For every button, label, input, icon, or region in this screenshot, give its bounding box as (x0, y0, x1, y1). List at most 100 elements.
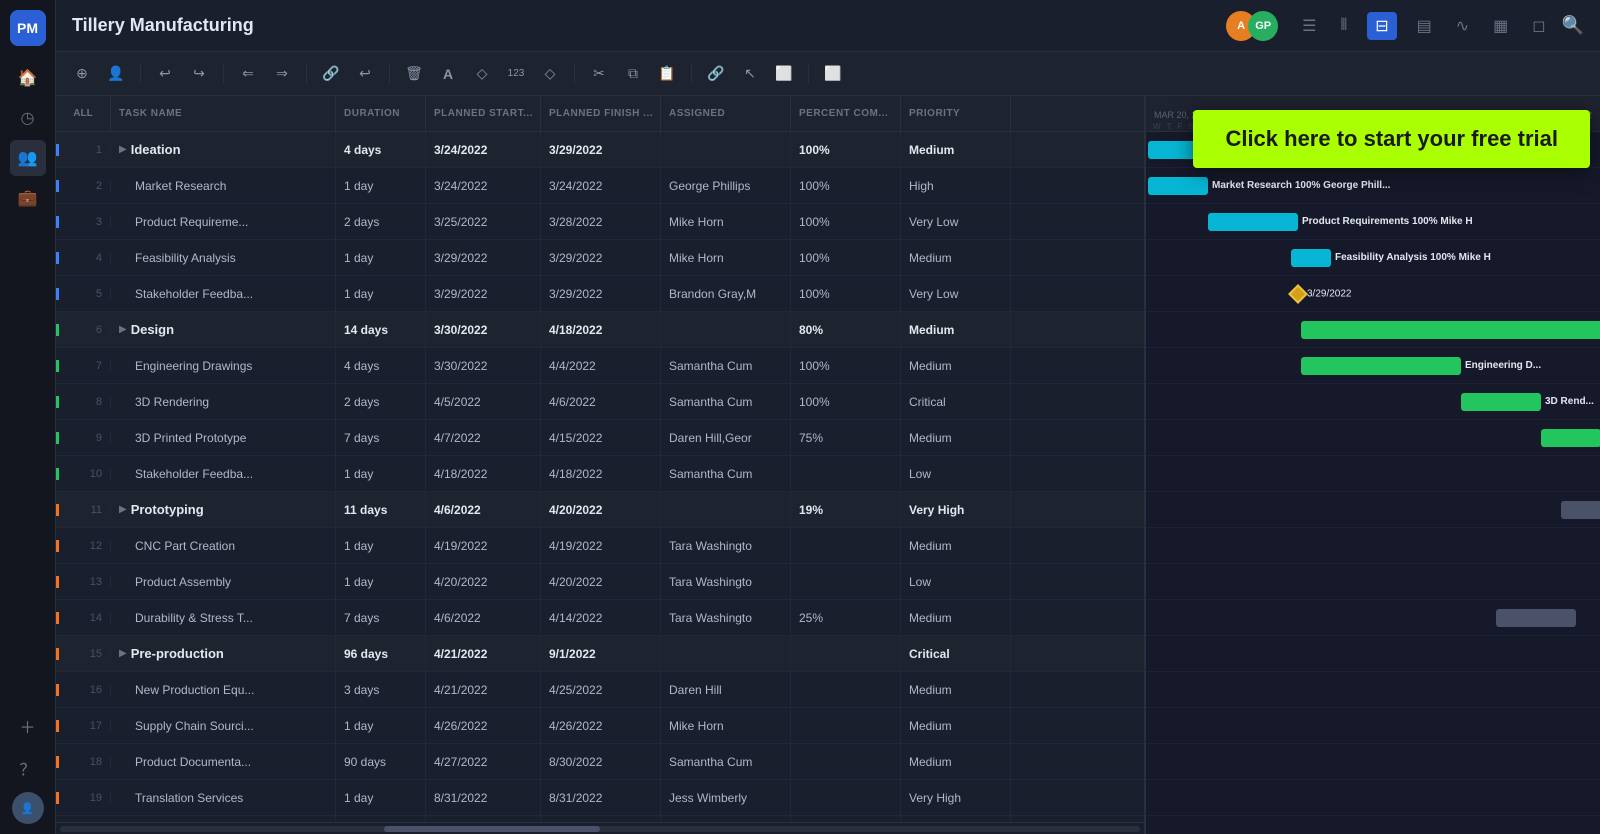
col-header-percent[interactable]: PERCENT COM... (791, 96, 901, 131)
sidebar-item-home[interactable]: 🏠 (10, 60, 46, 96)
task-name-cell[interactable]: Stakeholder Feedba... (111, 276, 336, 311)
table-row[interactable]: 93D Printed Prototype7 days4/7/20224/15/… (56, 420, 1144, 456)
gantt-compact-icon[interactable]: ⫴ (1337, 13, 1352, 39)
outdent-button[interactable]: ⇐ (234, 60, 262, 88)
box-button[interactable]: ⬜ (770, 60, 798, 88)
sidebar-item-projects[interactable]: 💼 (10, 180, 46, 216)
col-header-start[interactable]: PLANNED START... (426, 96, 541, 131)
task-name-cell[interactable]: Translation Services (111, 780, 336, 815)
task-name-cell[interactable]: 3D Rendering (111, 384, 336, 419)
sidebar-item-people[interactable]: 👥 (10, 140, 46, 176)
task-name-cell[interactable]: New Production Equ... (111, 672, 336, 707)
task-name-cell[interactable]: Feasibility Analysis (111, 240, 336, 275)
sidebar-add-workspace[interactable]: ＋ (10, 708, 46, 744)
group-toggle-icon[interactable]: ▶ (119, 504, 127, 515)
table-row[interactable]: 7Engineering Drawings4 days3/30/20224/4/… (56, 348, 1144, 384)
document-view-icon[interactable]: ◻ (1528, 12, 1549, 40)
group-toggle-icon[interactable]: ▶ (119, 324, 127, 335)
undo-button[interactable]: ↩ (151, 60, 179, 88)
numbering-button[interactable]: 123 (502, 60, 530, 88)
col-header-priority[interactable]: PRIORITY (901, 96, 1011, 131)
table-row[interactable]: 1▶Ideation4 days3/24/20223/29/2022100%Me… (56, 132, 1144, 168)
sidebar-item-recent[interactable]: ◷ (10, 100, 46, 136)
fill-button[interactable]: ◇ (468, 60, 496, 88)
paste-button[interactable]: 📋 (653, 60, 681, 88)
task-name-cell[interactable]: Product Requireme... (111, 204, 336, 239)
add-task-button[interactable]: ⊕ (68, 60, 96, 88)
delete-button[interactable]: 🗑 (400, 60, 428, 88)
redo-button[interactable]: ↪ (185, 60, 213, 88)
table-row[interactable]: 6▶Design14 days3/30/20224/18/202280%Medi… (56, 312, 1144, 348)
table-row[interactable]: 83D Rendering2 days4/5/20224/6/2022Saman… (56, 384, 1144, 420)
free-trial-banner[interactable]: Click here to start your free trial (1193, 110, 1590, 168)
task-name-cell[interactable]: ▶Ideation (111, 132, 336, 167)
table-row[interactable]: 13Product Assembly1 day4/20/20224/20/202… (56, 564, 1144, 600)
col-header-all[interactable]: ALL (56, 96, 111, 131)
app-logo[interactable]: PM (10, 10, 46, 46)
task-name-cell[interactable]: Stakeholder Feedba... (111, 456, 336, 491)
gantt-bar[interactable]: 3D Rend... (1461, 393, 1541, 411)
chart-view-icon[interactable]: ∿ (1452, 12, 1473, 40)
group-toggle-icon[interactable]: ▶ (119, 144, 127, 155)
col-header-duration[interactable]: DURATION (336, 96, 426, 131)
col-header-task[interactable]: TASK NAME (111, 96, 336, 131)
gantt-bar[interactable]: Feasibility Analysis 100% Mike H (1291, 249, 1331, 267)
table-view-icon[interactable]: ▤ (1413, 12, 1436, 40)
sidebar-profile[interactable]: 👤 (12, 792, 44, 824)
sidebar-help[interactable]: ？ (10, 750, 46, 786)
unlink-button[interactable]: ↩ (351, 60, 379, 88)
table-row[interactable]: 15▶Pre-production96 days4/21/20229/1/202… (56, 636, 1144, 672)
scrollbar-thumb[interactable] (384, 826, 600, 832)
calendar-view-icon[interactable]: ▦ (1489, 12, 1512, 40)
table-row[interactable]: 3Product Requireme...2 days3/25/20223/28… (56, 204, 1144, 240)
table-row[interactable]: 12CNC Part Creation1 day4/19/20224/19/20… (56, 528, 1144, 564)
table-row[interactable]: 11▶Prototyping11 days4/6/20224/20/202219… (56, 492, 1144, 528)
font-button[interactable]: A (434, 60, 462, 88)
gantt-full-icon[interactable]: ⊟ (1367, 12, 1396, 40)
col-header-assigned[interactable]: ASSIGNED (661, 96, 791, 131)
search-icon[interactable]: 🔍 (1562, 15, 1584, 36)
task-name-cell[interactable]: Market Research (111, 168, 336, 203)
gantt-bar[interactable] (1541, 429, 1600, 447)
gantt-bar[interactable]: Product Requirements 100% Mike H (1208, 213, 1298, 231)
gantt-bar[interactable]: Engineering D... (1301, 357, 1461, 375)
task-name-cell[interactable]: Product Documenta... (111, 744, 336, 779)
gantt-bar[interactable] (1301, 321, 1600, 339)
table-row[interactable]: 16New Production Equ...3 days4/21/20224/… (56, 672, 1144, 708)
row-number: 19 (56, 792, 111, 804)
table-row[interactable]: 4Feasibility Analysis1 day3/29/20223/29/… (56, 240, 1144, 276)
cut-button[interactable]: ✂ (585, 60, 613, 88)
task-name-cell[interactable]: Product Assembly (111, 564, 336, 599)
group-toggle-icon[interactable]: ▶ (119, 648, 127, 659)
task-name-cell[interactable]: ▶Design (111, 312, 336, 347)
gantt-bar[interactable]: Market Research 100% George Phill... (1148, 177, 1208, 195)
table-row[interactable]: 17Supply Chain Sourci...1 day4/26/20224/… (56, 708, 1144, 744)
table-row[interactable]: 2Market Research1 day3/24/20223/24/2022G… (56, 168, 1144, 204)
table-row[interactable]: 10Stakeholder Feedba...1 day4/18/20224/1… (56, 456, 1144, 492)
indent-button[interactable]: ⇒ (268, 60, 296, 88)
gantt-bar[interactable] (1561, 501, 1600, 519)
table-row[interactable]: 5Stakeholder Feedba...1 day3/29/20223/29… (56, 276, 1144, 312)
link2-button[interactable]: 🔗 (702, 60, 730, 88)
table-row[interactable]: 18Product Documenta...90 days4/27/20228/… (56, 744, 1144, 780)
scrollbar-track[interactable] (60, 826, 1140, 832)
gantt-bar[interactable] (1496, 609, 1576, 627)
task-name-cell[interactable]: ▶Prototyping (111, 492, 336, 527)
table-row[interactable]: 14Durability & Stress T...7 days4/6/2022… (56, 600, 1144, 636)
task-name-cell[interactable]: 3D Printed Prototype (111, 420, 336, 455)
link-button[interactable]: 🔗 (317, 60, 345, 88)
task-name-cell[interactable]: Engineering Drawings (111, 348, 336, 383)
list-view-icon[interactable]: ☰ (1298, 12, 1320, 40)
task-name-cell[interactable]: ▶Pre-production (111, 636, 336, 671)
table-row[interactable]: 19Translation Services1 day8/31/20228/31… (56, 780, 1144, 816)
add-person-button[interactable]: 👤 (102, 60, 130, 88)
col-header-finish[interactable]: PLANNED FINISH ... (541, 96, 661, 131)
copy-button[interactable]: ⧉ (619, 60, 647, 88)
arrow-button[interactable]: ↖ (736, 60, 764, 88)
more-button[interactable]: ⬜ (819, 60, 847, 88)
horizontal-scrollbar[interactable] (56, 822, 1144, 834)
shape-button[interactable]: ◇ (536, 60, 564, 88)
task-name-cell[interactable]: Supply Chain Sourci... (111, 708, 336, 743)
task-name-cell[interactable]: Durability & Stress T... (111, 600, 336, 635)
task-name-cell[interactable]: CNC Part Creation (111, 528, 336, 563)
